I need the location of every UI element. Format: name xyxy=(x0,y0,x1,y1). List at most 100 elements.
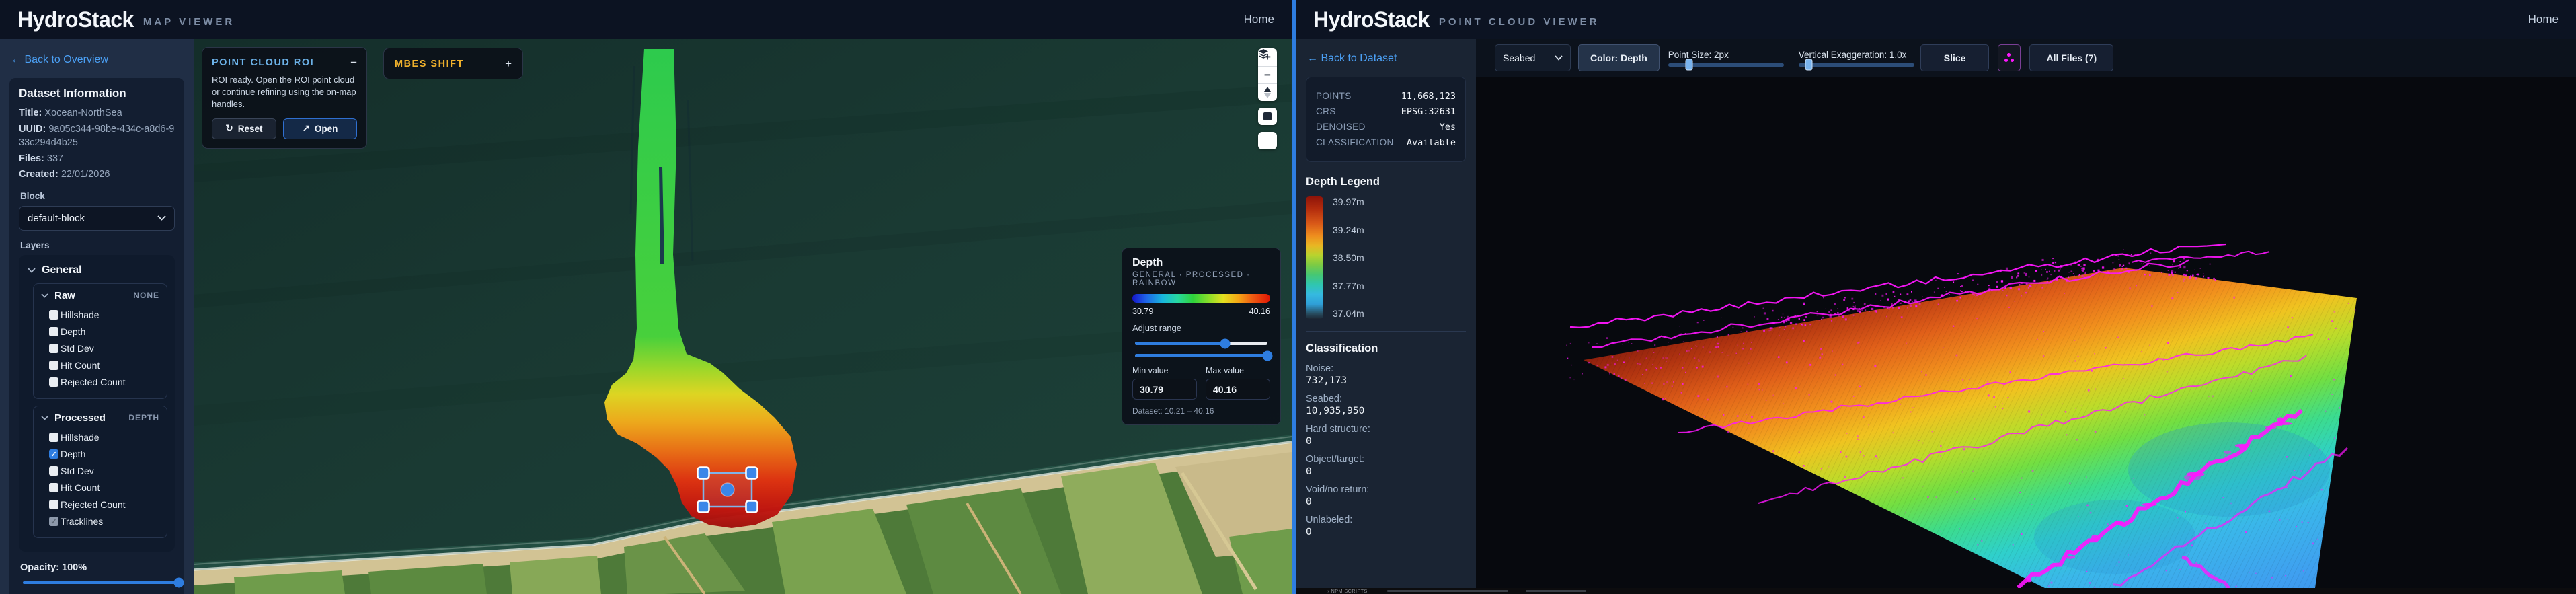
map-sidebar: ← Back to Overview Dataset Information T… xyxy=(0,39,194,594)
chevron-down-icon xyxy=(41,293,48,298)
layer-checkbox-proc-stddev[interactable]: Std Dev xyxy=(41,463,159,480)
point-cloud-canvas[interactable]: Seabed Color: Depth Point Size: 2px Vert… xyxy=(1476,39,2576,588)
vertical-exaggeration-handle[interactable] xyxy=(1805,59,1813,71)
stat-denoised: DENOISED Yes xyxy=(1316,122,1456,133)
dataset-files-row: Files: 337 xyxy=(19,153,64,164)
depth-patch xyxy=(2034,500,2195,574)
depth-patch xyxy=(2128,422,2330,517)
processed-badge: DEPTH xyxy=(128,413,159,423)
range-min-label: 30.79 xyxy=(1132,307,1154,316)
dataset-info-card: Dataset Information Title: Xocean-NorthS… xyxy=(9,78,184,594)
roi-status-message: ROI ready. Open the ROI point cloud or c… xyxy=(212,75,356,110)
dataset-uuid-row: UUID: 9a05c344-98be-434c-a8d6-933c294d4b… xyxy=(19,123,175,149)
layer-checkbox-proc-tracklines[interactable]: Tracklines xyxy=(41,513,159,530)
layer-checkbox-proc-rejected[interactable]: Rejected Count xyxy=(41,496,159,513)
point-size-handle[interactable] xyxy=(1685,59,1693,71)
stat-crs: CRS EPSG:32631 xyxy=(1316,106,1456,117)
depth-legend-gradient xyxy=(1306,196,1323,319)
point-size-slider[interactable] xyxy=(1668,59,1784,71)
slice-button[interactable]: Slice xyxy=(1920,44,1990,71)
vertical-exaggeration-control: Vertical Exaggeration: 1.0x xyxy=(1798,50,1914,71)
map-viewer-pane: HydroStack MAP VIEWER Home ← Back to Ove… xyxy=(0,0,1292,594)
layers-card: General Raw NONE Hillshade Depth Std Dev… xyxy=(19,254,175,552)
back-to-dataset-link[interactable]: ← Back to Dataset xyxy=(1307,52,1465,65)
chevron-down-icon xyxy=(41,416,48,420)
layer-checkbox-proc-depth[interactable]: Depth xyxy=(41,446,159,463)
roi-open-button[interactable]: ↗ Open xyxy=(282,118,357,139)
layer-group-general[interactable]: General xyxy=(26,262,167,283)
map-canvas[interactable]: POINT CLOUD ROI − ROI ready. Open the RO… xyxy=(194,39,1292,594)
layer-checkbox-proc-hillshade[interactable]: Hillshade xyxy=(41,429,159,446)
block-select[interactable]: default-block xyxy=(19,205,175,231)
collapse-icon[interactable]: − xyxy=(350,57,357,68)
window-divider xyxy=(1292,0,1296,594)
home-link[interactable]: Home xyxy=(2528,13,2559,26)
classification-void: Void/no return: 0 xyxy=(1306,484,1370,507)
layer-checkbox-raw-hitcount[interactable]: Hit Count xyxy=(41,357,159,374)
classification-unlabeled: Unlabeled: 0 xyxy=(1306,515,1353,537)
depth-colormap-panel: Depth GENERAL · PROCESSED · RAINBOW 30.7… xyxy=(1122,248,1281,425)
map-viewer-header: HydroStack MAP VIEWER Home xyxy=(0,0,1292,39)
opacity-label: Opacity: 100% xyxy=(20,562,87,573)
opacity-slider-handle[interactable] xyxy=(173,577,184,588)
stat-classification: CLASSIFICATION Available xyxy=(1316,137,1456,148)
roi-reset-button[interactable]: ↻ Reset xyxy=(212,118,276,139)
compass-button[interactable] xyxy=(1258,83,1277,101)
app-subtitle: POINT CLOUD VIEWER xyxy=(1438,15,1600,28)
back-to-overview-link[interactable]: ← Back to Overview xyxy=(11,54,183,66)
point-cloud-header: HydroStack POINT CLOUD VIEWER Home xyxy=(1296,0,2576,39)
point-cloud-toolbar: Seabed Color: Depth Point Size: 2px Vert… xyxy=(1476,39,2576,77)
color-mode-button[interactable]: Color: Depth xyxy=(1578,44,1660,71)
layer-subgroup-raw: Raw NONE Hillshade Depth Std Dev Hit Cou… xyxy=(33,283,167,399)
checkbox-icon xyxy=(49,310,58,320)
dataset-created-row: Created: 22/01/2026 xyxy=(19,169,110,180)
block-label: Block xyxy=(20,190,45,201)
checkbox-icon xyxy=(49,433,58,443)
sidebar-divider xyxy=(1306,331,1466,332)
checkbox-icon xyxy=(49,500,58,510)
background-window-strip: › NPM SCRIPTS xyxy=(1296,588,2576,594)
reset-icon: ↻ xyxy=(225,123,233,134)
min-range-slider[interactable] xyxy=(1135,338,1267,348)
checkbox-icon xyxy=(49,377,58,387)
dataset-title-row: Title: Xocean-NorthSea xyxy=(19,108,122,118)
extent-icon xyxy=(1263,112,1272,120)
layer-checkbox-proc-hitcount[interactable]: Hit Count xyxy=(41,480,159,496)
layer-checkbox-raw-rejected[interactable]: Rejected Count xyxy=(41,374,159,391)
zoom-out-button[interactable]: − xyxy=(1258,66,1277,83)
open-icon: ↗ xyxy=(302,123,310,134)
max-value-input[interactable] xyxy=(1206,379,1270,400)
checkbox-checked-icon xyxy=(49,449,58,459)
expand-icon[interactable]: + xyxy=(505,58,512,69)
max-range-slider[interactable] xyxy=(1135,350,1273,361)
max-value-label: Max value xyxy=(1206,366,1244,375)
min-range-handle[interactable] xyxy=(1220,338,1231,348)
annotation-tool-button[interactable] xyxy=(1998,44,2021,71)
chevron-down-icon xyxy=(1555,55,1563,61)
raw-group-header[interactable]: Raw NONE xyxy=(41,290,159,307)
processed-group-header[interactable]: Processed DEPTH xyxy=(41,412,159,429)
home-link[interactable]: Home xyxy=(1244,13,1274,26)
min-value-input[interactable] xyxy=(1132,379,1197,400)
magenta-points-icon xyxy=(2004,53,2015,63)
illegible-code-text xyxy=(1387,590,1509,592)
classification-object-target: Object/target: 0 xyxy=(1306,454,1365,477)
layer-checkbox-raw-stddev[interactable]: Std Dev xyxy=(41,340,159,357)
depth-legend-ticks: 39.97m 39.24m 38.50m 37.77m 37.04m xyxy=(1333,196,1364,319)
dataset-stats-card: POINTS 11,668,123 CRS EPSG:32631 DENOISED Y… xyxy=(1306,77,1466,162)
class-filter-select[interactable]: Seabed xyxy=(1495,44,1571,71)
point-cloud-sidebar: ← Back to Dataset POINTS 11,668,123 CRS EP… xyxy=(1296,39,1476,588)
point-cloud-roi-panel: POINT CLOUD ROI − ROI ready. Open the RO… xyxy=(202,47,367,149)
max-range-handle[interactable] xyxy=(1262,350,1273,361)
roi-selection[interactable] xyxy=(697,466,758,513)
basemap-layers-button[interactable] xyxy=(1258,49,1277,149)
layer-checkbox-raw-depth[interactable]: Depth xyxy=(41,324,159,340)
opacity-slider[interactable] xyxy=(23,577,184,588)
roi-center-handle[interactable] xyxy=(720,482,735,497)
vertical-exaggeration-slider[interactable] xyxy=(1798,59,1914,71)
extent-button[interactable] xyxy=(1258,108,1277,125)
all-files-button[interactable]: All Files (7) xyxy=(2029,44,2114,71)
layer-checkbox-raw-hillshade[interactable]: Hillshade xyxy=(41,307,159,324)
range-max-label: 40.16 xyxy=(1249,307,1270,316)
point-size-control: Point Size: 2px xyxy=(1668,50,1784,71)
